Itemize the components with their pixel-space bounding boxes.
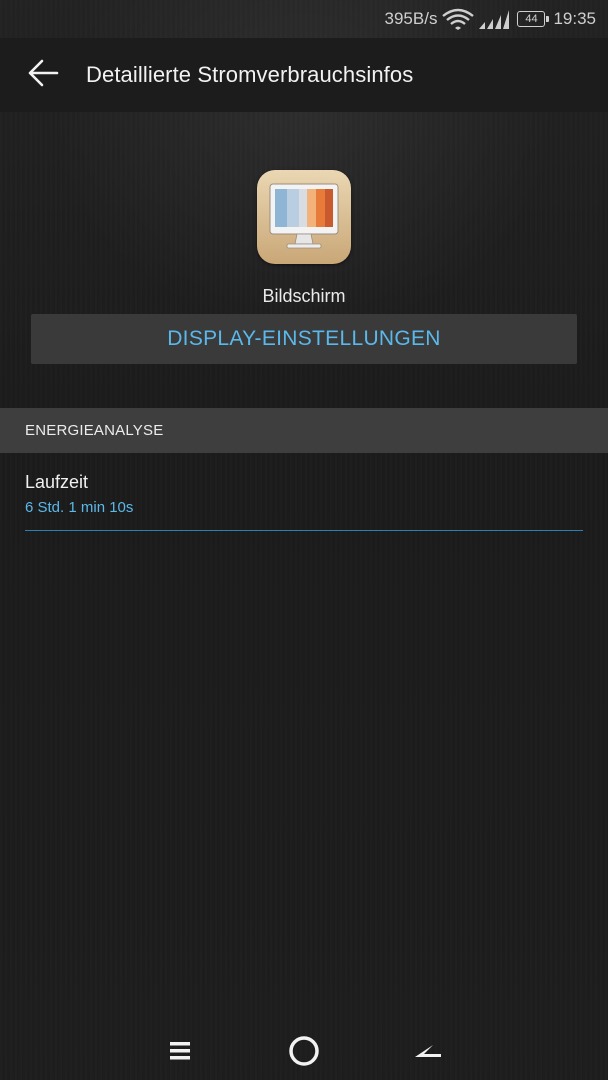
clock: 19:35 — [553, 9, 596, 28]
section-header-energy-analysis: ENERGIEANALYSE — [0, 408, 608, 453]
app-bar: Detaillierte Stromverbrauchsinfos — [0, 38, 608, 112]
page-title: Detaillierte Stromverbrauchsinfos — [86, 62, 414, 87]
status-bar: 395B/s 44 19:35 — [0, 0, 608, 38]
wifi-icon — [441, 8, 475, 30]
menu-icon — [169, 1040, 191, 1067]
runtime-value: 6 Std. 1 min 10s — [25, 499, 134, 516]
back-button[interactable] — [0, 38, 86, 112]
list-item-runtime: Laufzeit 6 Std. 1 min 10s — [25, 453, 583, 531]
signal-icon — [477, 8, 511, 30]
display-monitor-icon — [257, 170, 351, 264]
nav-menu-button[interactable] — [150, 1026, 210, 1080]
navigation-bar — [0, 1026, 608, 1080]
arrow-left-icon — [27, 57, 59, 94]
app-info-header: Bildschirm DISPLAY-EINSTELLUNGEN — [0, 112, 608, 408]
display-settings-button[interactable]: DISPLAY-EINSTELLUNGEN — [31, 314, 577, 364]
nav-back-button[interactable] — [398, 1026, 458, 1080]
home-icon — [288, 1035, 320, 1072]
network-speed: 395B/s — [384, 9, 438, 28]
back-icon — [413, 1041, 443, 1066]
nav-home-button[interactable] — [274, 1026, 334, 1080]
screen: 395B/s 44 19:35 Detaillierte Stromverbra… — [0, 0, 608, 1080]
runtime-label: Laufzeit — [25, 472, 89, 492]
battery-icon: 44 — [517, 11, 550, 27]
battery-level: 44 — [517, 11, 546, 27]
app-name: Bildschirm — [262, 286, 346, 306]
